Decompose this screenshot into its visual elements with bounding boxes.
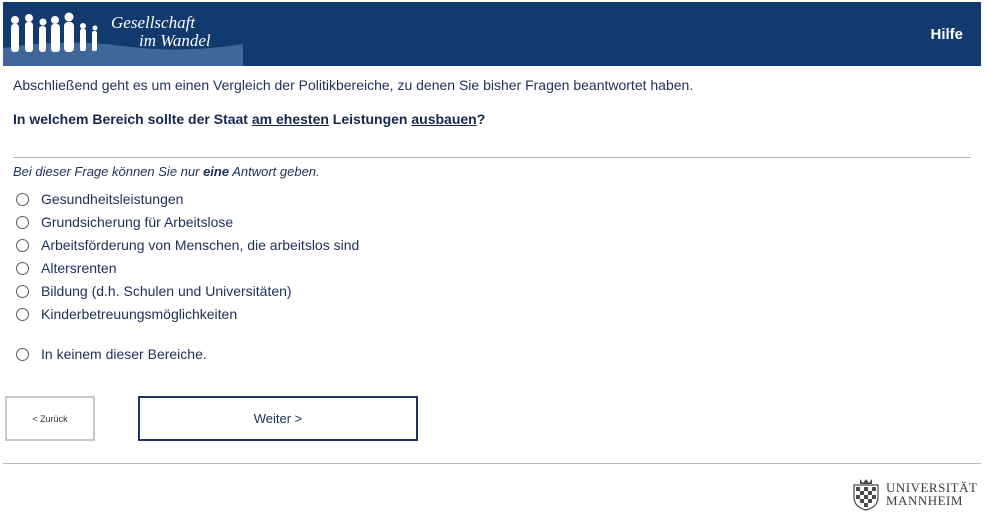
back-button[interactable]: < Zurück [5,396,95,441]
radio-button[interactable] [16,238,29,252]
instruction-pre: Bei dieser Frage können Sie nur [13,164,204,179]
option-label: Arbeitsförderung von Menschen, die arbei… [41,237,360,253]
question-part-3: ? [476,111,486,127]
option-arbeitsfoerderung[interactable]: Arbeitsförderung von Menschen, die arbei… [16,236,359,254]
logo-line-1: Gesellschaft [111,13,196,32]
question-emphasis-1: am ehesten [251,111,329,127]
option-label: Grundsicherung für Arbeitslose [41,214,234,230]
question-emphasis-2: ausbauen [411,111,477,127]
divider [13,157,971,158]
option-label: Altersrenten [41,260,117,276]
logo-line-2: im Wandel [139,31,211,50]
instruction-bold: eine [203,164,230,179]
option-label: Gesundheitsleistungen [41,191,184,207]
option-grundsicherung[interactable]: Grundsicherung für Arbeitslose [16,213,233,231]
intro-text: Abschließend geht es um einen Vergleich … [13,77,694,93]
option-label: Kinderbetreuungsmöglichkeiten [41,306,238,322]
uni-line-2: MANNHEIM [886,493,963,508]
radio-button[interactable] [16,215,29,229]
option-altersrenten[interactable]: Altersrenten [16,259,116,277]
instruction-post: Antwort geben. [229,164,320,179]
instruction-text: Bei dieser Frage können Sie nur eine Ant… [13,164,320,179]
university-crest-icon [853,479,879,511]
option-keinem-bereich[interactable]: In keinem dieser Bereiche. [16,345,207,363]
logo-title: Gesellschaft im Wandel [111,14,211,50]
universitaet-mannheim-logo: UNIVERSITÄT MANNHEIM [850,475,977,513]
radio-button[interactable] [16,284,29,298]
option-kinderbetreuung[interactable]: Kinderbetreuungsmöglichkeiten [16,305,237,323]
question-text: In welchem Bereich sollte der Staat am e… [13,111,485,127]
footer-divider [3,463,981,464]
radio-button[interactable] [16,261,29,275]
option-label: Bildung (d.h. Schulen und Universitäten) [41,283,292,299]
question-part-2: Leistungen [328,111,412,127]
question-part-1: In welchem Bereich sollte der Staat [13,111,252,127]
header-bar: Gesellschaft im Wandel Hilfe [3,2,981,66]
option-gesundheitsleistungen[interactable]: Gesundheitsleistungen [16,190,183,208]
option-label: In keinem dieser Bereiche. [41,346,207,362]
gesellschaft-im-wandel-logo: Gesellschaft im Wandel [3,2,243,66]
radio-button[interactable] [16,192,29,206]
radio-button[interactable] [16,307,29,321]
option-bildung[interactable]: Bildung (d.h. Schulen und Universitäten) [16,282,292,300]
radio-button[interactable] [16,347,29,361]
next-button[interactable]: Weiter > [138,396,418,441]
help-link[interactable]: Hilfe [930,26,963,43]
